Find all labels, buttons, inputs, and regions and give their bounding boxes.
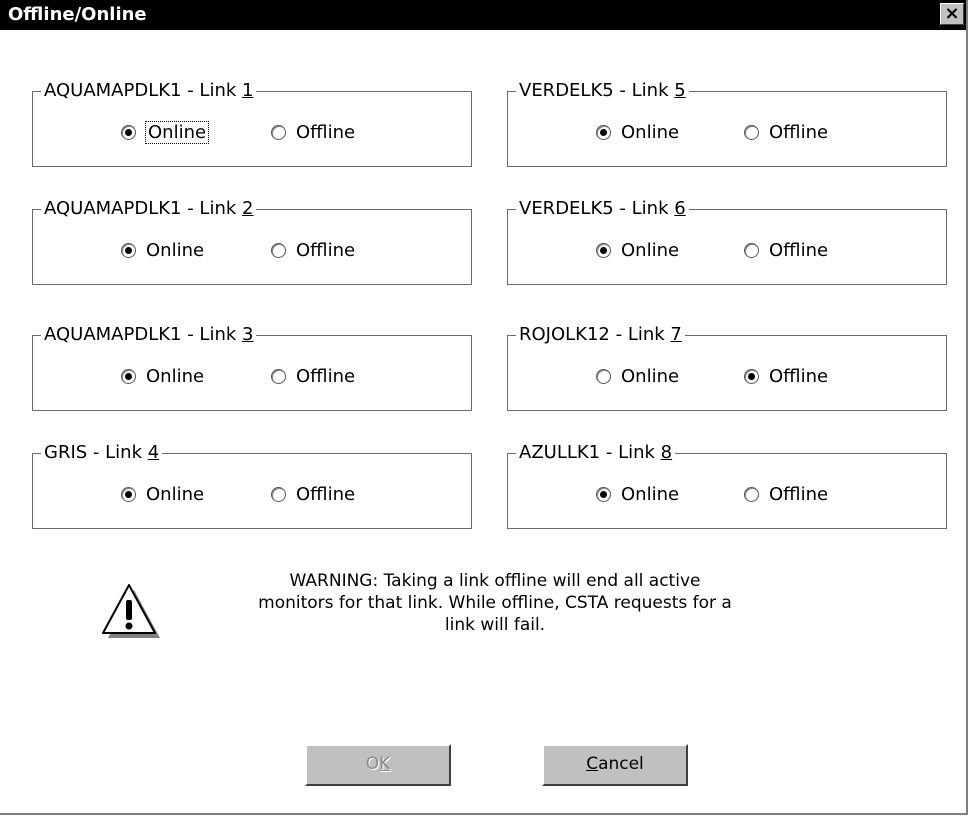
close-button[interactable]: × [940,3,964,25]
offline-online-dialog: Offline/Online × AQUAMAPDLK1 - Link 1 On… [0,0,968,815]
radio-selected-icon [121,242,136,258]
link-group-2: AQUAMAPDLK1 - Link 2 Online Offline [32,198,472,285]
dialog-title: Offline/Online [8,4,147,25]
link-1-online-label: Online [144,120,210,144]
radio-selected-icon [121,368,136,384]
link-4-online-label: Online [146,483,205,505]
link-2-offline-radio[interactable]: Offline [271,238,355,262]
link-group-4-label: GRIS - Link 4 [41,442,163,464]
link-group-6-label: VERDELK5 - Link 6 [516,198,689,220]
radio-unselected-icon [744,124,759,140]
radio-unselected-icon [271,242,286,258]
link-group-1-label: AQUAMAPDLK1 - Link 1 [41,80,257,102]
link-6-online-radio[interactable]: Online [596,238,679,262]
link-group-7-label: ROJOLK12 - Link 7 [516,324,685,346]
link-1-offline-label: Offline [296,121,356,143]
link-2-online-radio[interactable]: Online [121,238,204,262]
link-6-offline-radio[interactable]: Offline [744,238,828,262]
link-group-8-label: AZULLK1 - Link 8 [516,442,676,464]
radio-selected-icon [596,486,611,502]
link-group-5: VERDELK5 - Link 5 Online Offline [507,80,947,167]
warning-line-2: monitors for that link. While offline, C… [258,593,732,613]
ok-mnemonic: K [379,754,391,774]
warning-line-1: WARNING: Taking a link offline will end … [289,571,701,591]
link-group-5-label: VERDELK5 - Link 5 [516,80,689,102]
radio-unselected-icon [744,242,759,258]
link-5-offline-label: Offline [769,121,829,143]
radio-unselected-icon [271,368,286,384]
link-7-offline-radio[interactable]: Offline [744,364,828,388]
ok-label: O [365,754,380,774]
link-4-offline-radio[interactable]: Offline [271,482,355,506]
link-3-offline-label: Offline [296,365,356,387]
warning-line-3: link will fail. [444,615,546,635]
radio-selected-icon [744,368,759,384]
warning-message: WARNING: Taking a link offline will end … [220,570,770,636]
link-7-offline-label: Offline [769,365,829,387]
link-5-offline-radio[interactable]: Offline [744,120,828,144]
link-2-offline-label: Offline [296,239,356,261]
link-8-online-radio[interactable]: Online [596,482,679,506]
radio-selected-icon [121,486,136,502]
link-6-offline-label: Offline [769,239,829,261]
link-group-7: ROJOLK12 - Link 7 Online Offline [507,324,947,411]
link-5-online-radio[interactable]: Online [596,120,679,144]
link-6-online-label: Online [621,239,680,261]
radio-unselected-icon [271,124,286,140]
radio-unselected-icon [596,368,611,384]
link-group-3-label: AQUAMAPDLK1 - Link 3 [41,324,257,346]
cancel-label: ancel [598,754,644,774]
title-bar[interactable]: Offline/Online × [0,0,966,30]
link-7-online-label: Online [621,365,680,387]
link-3-online-label: Online [146,365,205,387]
link-group-3: AQUAMAPDLK1 - Link 3 Online Offline [32,324,472,411]
link-group-6: VERDELK5 - Link 6 Online Offline [507,198,947,285]
radio-unselected-icon [271,486,286,502]
link-4-online-radio[interactable]: Online [121,482,204,506]
link-group-1: AQUAMAPDLK1 - Link 1 Online Offline [32,80,472,167]
radio-selected-icon [596,242,611,258]
link-8-offline-radio[interactable]: Offline [744,482,828,506]
link-3-offline-radio[interactable]: Offline [271,364,355,388]
link-group-8: AZULLK1 - Link 8 Online Offline [507,442,947,529]
link-5-online-label: Online [621,121,680,143]
link-2-online-label: Online [146,239,205,261]
warning-triangle-icon [96,582,166,644]
link-1-online-radio[interactable]: Online [121,120,210,144]
close-icon: × [944,3,960,24]
ok-button[interactable]: OK [305,744,451,786]
radio-selected-icon [596,124,611,140]
link-1-offline-radio[interactable]: Offline [271,120,355,144]
cancel-mnemonic: C [586,754,599,774]
radio-unselected-icon [744,486,759,502]
radio-selected-icon [121,124,136,140]
link-4-offline-label: Offline [296,483,356,505]
link-7-online-radio[interactable]: Online [596,364,679,388]
link-8-offline-label: Offline [769,483,829,505]
link-group-4: GRIS - Link 4 Online Offline [32,442,472,529]
link-8-online-label: Online [621,483,680,505]
cancel-button[interactable]: Cancel [542,744,688,786]
link-3-online-radio[interactable]: Online [121,364,204,388]
link-group-2-label: AQUAMAPDLK1 - Link 2 [41,198,257,220]
